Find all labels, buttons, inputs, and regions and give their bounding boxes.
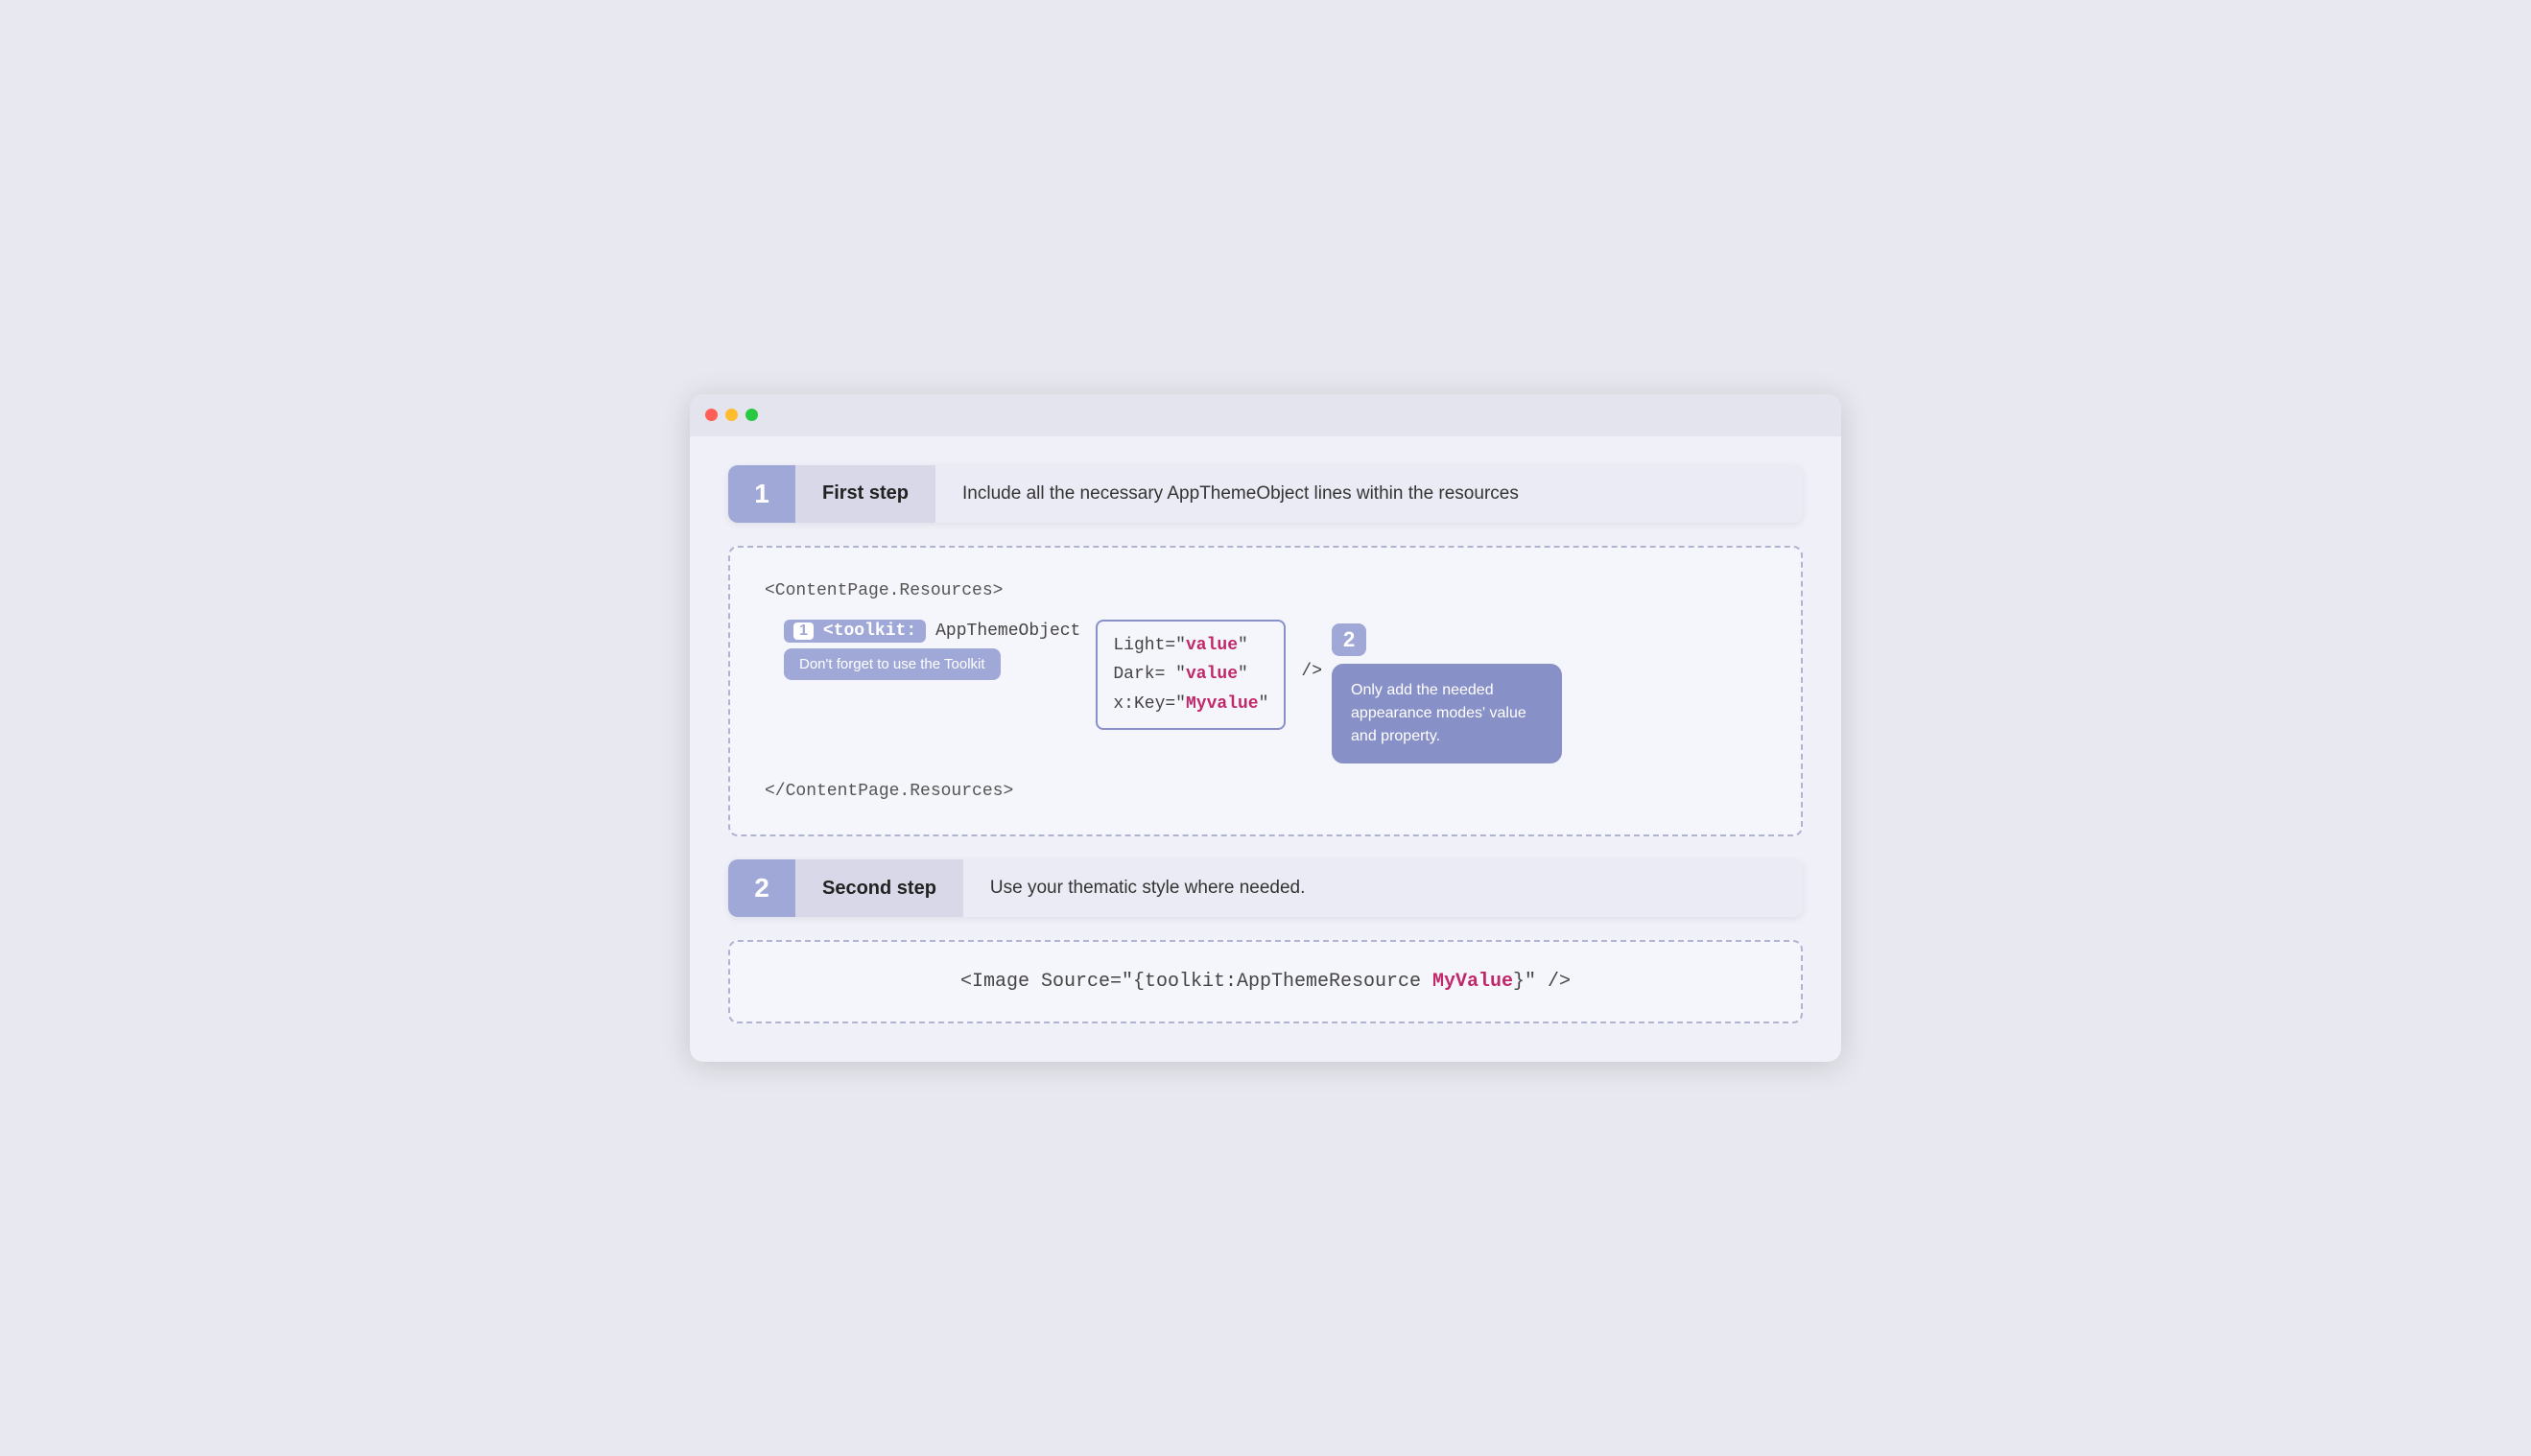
app-window: 1 First step Include all the necessary A… [690, 394, 1841, 1062]
step2-code-line: <Image Source="{toolkit:AppThemeResource… [960, 971, 1571, 993]
dark-attr: Dark= " [1113, 665, 1186, 684]
code2-line-end: }" /> [1513, 971, 1571, 993]
maximize-button[interactable] [745, 409, 758, 421]
key-attr: x:Key=" [1113, 694, 1186, 714]
close-tag-line: </ContentPage.Resources> [765, 777, 1766, 807]
main-content: 1 First step Include all the necessary A… [690, 436, 1841, 1062]
toolkit-tooltip: Don't forget to use the Toolkit [784, 648, 1001, 680]
step2-label: Second step [795, 859, 963, 917]
step1-label: First step [795, 465, 935, 523]
step2-description: Use your thematic style where needed. [963, 859, 1803, 917]
code2-line-start: <Image Source="{toolkit:AppThemeResource [960, 971, 1432, 993]
selfclose-note-col: /> 2 Only add the needed appearance mode… [1301, 623, 1562, 763]
note2-wrapper: 2 Only add the needed appearance modes' … [1332, 623, 1562, 763]
code2-key-value: MyValue [1432, 971, 1513, 993]
key-line: x:Key="Myvalue" [1113, 690, 1268, 719]
appthemeobject-text: AppThemeObject [935, 622, 1080, 641]
note2-number: 2 [1332, 623, 1366, 656]
toolkit-badge-number: 1 [793, 622, 814, 640]
step1-code-block: <ContentPage.Resources> 1 <toolkit: [728, 546, 1803, 836]
step2-header: 2 Second step Use your thematic style wh… [728, 859, 1803, 917]
dark-value: value [1186, 665, 1238, 684]
light-line: Light="value" [1113, 631, 1268, 661]
step2-number: 2 [728, 859, 795, 917]
step1-number: 1 [728, 465, 795, 523]
step1-description: Include all the necessary AppThemeObject… [935, 465, 1803, 523]
toolkit-row: 1 <toolkit: AppThemeObject [784, 620, 1080, 643]
dark-line: Dark= "value" [1113, 660, 1268, 690]
step1-code-area: <ContentPage.Resources> 1 <toolkit: [765, 576, 1766, 806]
main-code-row: 1 <toolkit: AppThemeObject Don't forget … [784, 620, 1766, 763]
minimize-button[interactable] [725, 409, 738, 421]
self-close-text: /> [1301, 662, 1322, 681]
selfclose-note-row: /> 2 Only add the needed appearance mode… [1301, 623, 1562, 763]
toolkit-badge: 1 <toolkit: [784, 620, 926, 643]
close-button[interactable] [705, 409, 718, 421]
key-value: Myvalue [1186, 694, 1259, 714]
attr-block: Light="value" Dark= "value" x:Key="Myval… [1096, 620, 1286, 731]
open-tag-line: <ContentPage.Resources> [765, 576, 1766, 606]
step1-header: 1 First step Include all the necessary A… [728, 465, 1803, 523]
note2-bubble: Only add the needed appearance modes' va… [1332, 664, 1562, 763]
step2-code-block: <Image Source="{toolkit:AppThemeResource… [728, 940, 1803, 1023]
toolkit-text: <toolkit: [823, 622, 916, 641]
toolkit-column: 1 <toolkit: AppThemeObject Don't forget … [784, 620, 1080, 680]
open-tag-text: <ContentPage.Resources> [765, 581, 1003, 600]
titlebar [690, 394, 1841, 436]
light-attr: Light=" [1113, 636, 1186, 655]
light-value: value [1186, 636, 1238, 655]
close-tag-text: </ContentPage.Resources> [765, 782, 1013, 801]
